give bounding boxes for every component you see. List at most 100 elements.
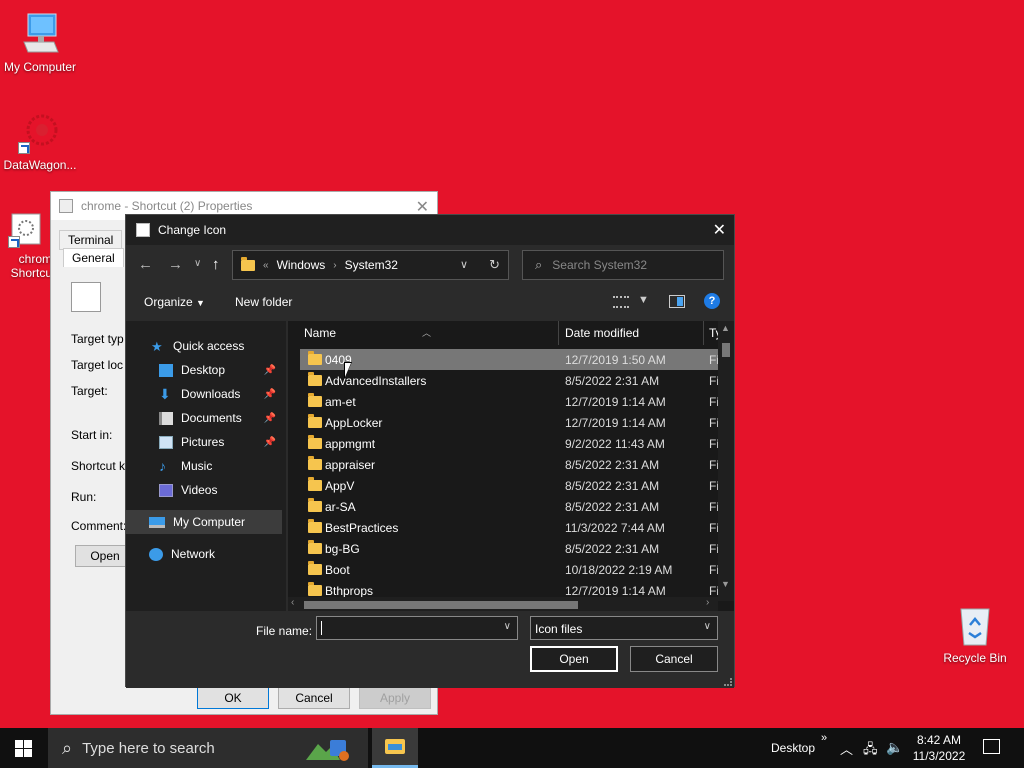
organize-button[interactable]: Organize ▼ bbox=[144, 295, 205, 309]
nav-label: Downloads bbox=[181, 387, 241, 401]
forward-arrow-icon[interactable]: → bbox=[168, 256, 183, 273]
open-button[interactable]: Open bbox=[530, 646, 618, 672]
file-row[interactable]: AppV 8/5/2022 2:31 AM Fi bbox=[300, 475, 720, 496]
folder-icon bbox=[385, 739, 405, 754]
scroll-left-icon[interactable]: ‹ bbox=[291, 597, 294, 608]
tab-general[interactable]: General bbox=[63, 248, 124, 267]
scrollbar-thumb[interactable] bbox=[304, 601, 578, 609]
file-type-value: Icon files bbox=[535, 622, 583, 636]
nav-item-quick-access[interactable]: ★ Quick access bbox=[126, 334, 282, 358]
music-icon: ♪ bbox=[159, 457, 166, 474]
file-row[interactable]: appraiser 8/5/2022 2:31 AM Fi bbox=[300, 454, 720, 475]
file-list: ︿ Name Date modified Ty 0409 12/7/2019 1:… bbox=[288, 321, 734, 611]
tab-terminal[interactable]: Terminal bbox=[59, 230, 123, 250]
preview-pane-icon[interactable] bbox=[669, 295, 685, 308]
nav-item-documents[interactable]: Documents 📌 bbox=[126, 406, 282, 430]
horizontal-scrollbar[interactable]: ‹ › bbox=[288, 597, 718, 611]
scroll-up-icon[interactable]: ▲ bbox=[721, 323, 730, 333]
pin-icon[interactable]: 📌 bbox=[264, 413, 276, 424]
vertical-scrollbar[interactable]: ▲ ▼ bbox=[718, 321, 734, 601]
pin-icon[interactable]: 📌 bbox=[264, 389, 276, 400]
nav-item-desktop[interactable]: Desktop 📌 bbox=[126, 358, 282, 382]
nav-item-videos[interactable]: Videos bbox=[126, 478, 282, 502]
breadcrumb-overflow[interactable]: « bbox=[263, 260, 269, 271]
breadcrumb-system32[interactable]: System32 bbox=[345, 258, 398, 272]
desktop-icon-recycle-bin[interactable]: Recycle Bin bbox=[935, 603, 1015, 665]
nav-item-network[interactable]: Network bbox=[126, 542, 282, 566]
file-date: 12/7/2019 1:14 AM bbox=[565, 395, 666, 409]
chevron-down-icon: ∨ bbox=[703, 621, 711, 632]
chevron-down-icon[interactable]: ∨ bbox=[460, 258, 468, 271]
cancel-button[interactable]: Cancel bbox=[630, 646, 718, 672]
taskbar-search-box[interactable]: ⌕ Type here to search bbox=[48, 728, 368, 768]
new-folder-button[interactable]: New folder bbox=[235, 295, 292, 309]
system-clock[interactable]: 8:42 AM 11/3/2022 bbox=[900, 732, 978, 764]
search-placeholder: Search System32 bbox=[552, 258, 647, 272]
nav-item-downloads[interactable]: ⬇ Downloads 📌 bbox=[126, 382, 282, 406]
show-hidden-icons-icon[interactable]: ︿ bbox=[840, 739, 853, 758]
toolbar-chevron-icon[interactable]: » bbox=[821, 732, 827, 744]
folder-icon bbox=[308, 414, 322, 428]
field-label: Target loc bbox=[71, 358, 124, 372]
notification-icon[interactable] bbox=[983, 739, 1000, 754]
chevron-down-icon[interactable]: ▼ bbox=[638, 294, 649, 306]
search-highlight-icon bbox=[306, 740, 349, 761]
file-name-input[interactable]: ∨ bbox=[316, 616, 518, 640]
file-row[interactable]: ar-SA 8/5/2022 2:31 AM Fi bbox=[300, 496, 720, 517]
network-icon bbox=[149, 547, 163, 561]
pin-icon[interactable]: 📌 bbox=[264, 365, 276, 376]
column-date-modified[interactable]: Date modified bbox=[565, 326, 639, 340]
file-explorer-taskbar-button[interactable] bbox=[372, 728, 418, 768]
file-row[interactable]: appmgmt 9/2/2022 11:43 AM Fi bbox=[300, 433, 720, 454]
desktop-icon-datawagon[interactable]: DataWagon... bbox=[0, 110, 80, 172]
ok-button[interactable]: OK bbox=[197, 687, 269, 709]
file-row[interactable]: am-et 12/7/2019 1:14 AM Fi bbox=[300, 391, 720, 412]
back-arrow-icon[interactable]: ← bbox=[138, 256, 153, 273]
network-icon[interactable]: 🖧 bbox=[863, 740, 878, 762]
address-bar[interactable]: « Windows › System32 ∨ ↻ bbox=[232, 250, 509, 280]
search-input[interactable]: ⌕ Search System32 bbox=[522, 250, 724, 280]
folder-icon bbox=[308, 540, 322, 554]
scroll-right-icon[interactable]: › bbox=[706, 597, 709, 608]
scrollbar-thumb[interactable] bbox=[722, 343, 730, 357]
windows-start-icon[interactable] bbox=[15, 740, 32, 757]
file-row[interactable]: AppLocker 12/7/2019 1:14 AM Fi bbox=[300, 412, 720, 433]
file-row[interactable]: BestPractices 11/3/2022 7:44 AM Fi bbox=[300, 517, 720, 538]
dialog-toolbar: Organize ▼ New folder ▼ ? bbox=[126, 285, 734, 321]
desktop-icon-label: My Computer bbox=[3, 60, 77, 74]
dialog-app-icon bbox=[136, 223, 150, 237]
mouse-cursor bbox=[345, 363, 351, 377]
help-icon[interactable]: ? bbox=[704, 293, 720, 309]
file-type-select[interactable]: Icon files ∨ bbox=[530, 616, 718, 640]
pin-icon[interactable]: 📌 bbox=[264, 437, 276, 448]
file-name: AppLocker bbox=[325, 416, 383, 430]
desktop-icon-chrome-shortcut[interactable]: chrom Shortcu bbox=[0, 212, 54, 280]
folder-icon bbox=[308, 582, 322, 596]
file-row[interactable]: AdvancedInstallers 8/5/2022 2:31 AM Fi bbox=[300, 370, 720, 391]
nav-item-my-computer[interactable]: My Computer bbox=[126, 510, 282, 534]
desktop-toolbar-label[interactable]: Desktop bbox=[771, 741, 815, 755]
scroll-down-icon[interactable]: ▼ bbox=[721, 579, 730, 589]
up-arrow-icon[interactable]: ↑ bbox=[212, 256, 220, 273]
taskbar-search-placeholder: Type here to search bbox=[82, 739, 215, 757]
recent-chevron-icon[interactable]: ∨ bbox=[194, 258, 201, 269]
computer-icon bbox=[18, 12, 62, 56]
nav-item-pictures[interactable]: Pictures 📌 bbox=[126, 430, 282, 454]
desktop-icon-my-computer[interactable]: My Computer bbox=[0, 12, 80, 74]
nav-item-music[interactable]: ♪ Music bbox=[126, 454, 282, 478]
folder-icon bbox=[308, 372, 322, 386]
dialog-title: Change Icon bbox=[158, 223, 227, 237]
file-row[interactable]: Boot 10/18/2022 2:19 AM Fi bbox=[300, 559, 720, 580]
column-name[interactable]: Name bbox=[304, 326, 336, 340]
cancel-button[interactable]: Cancel bbox=[278, 687, 350, 709]
chevron-down-icon[interactable]: ∨ bbox=[504, 621, 511, 632]
dialog-footer: File name: ∨ Icon files ∨ Open Cancel bbox=[126, 611, 734, 688]
file-row[interactable]: 0409 12/7/2019 1:50 AM Fi bbox=[300, 349, 720, 370]
refresh-icon[interactable]: ↻ bbox=[489, 257, 500, 273]
view-options-icon[interactable] bbox=[613, 296, 629, 308]
breadcrumb-windows[interactable]: Windows bbox=[277, 258, 326, 272]
resize-grip-icon[interactable] bbox=[724, 678, 732, 686]
file-row[interactable]: bg-BG 8/5/2022 2:31 AM Fi bbox=[300, 538, 720, 559]
dialog-titlebar[interactable]: Change Icon ✕ bbox=[126, 215, 734, 245]
close-icon[interactable]: ✕ bbox=[713, 220, 726, 240]
